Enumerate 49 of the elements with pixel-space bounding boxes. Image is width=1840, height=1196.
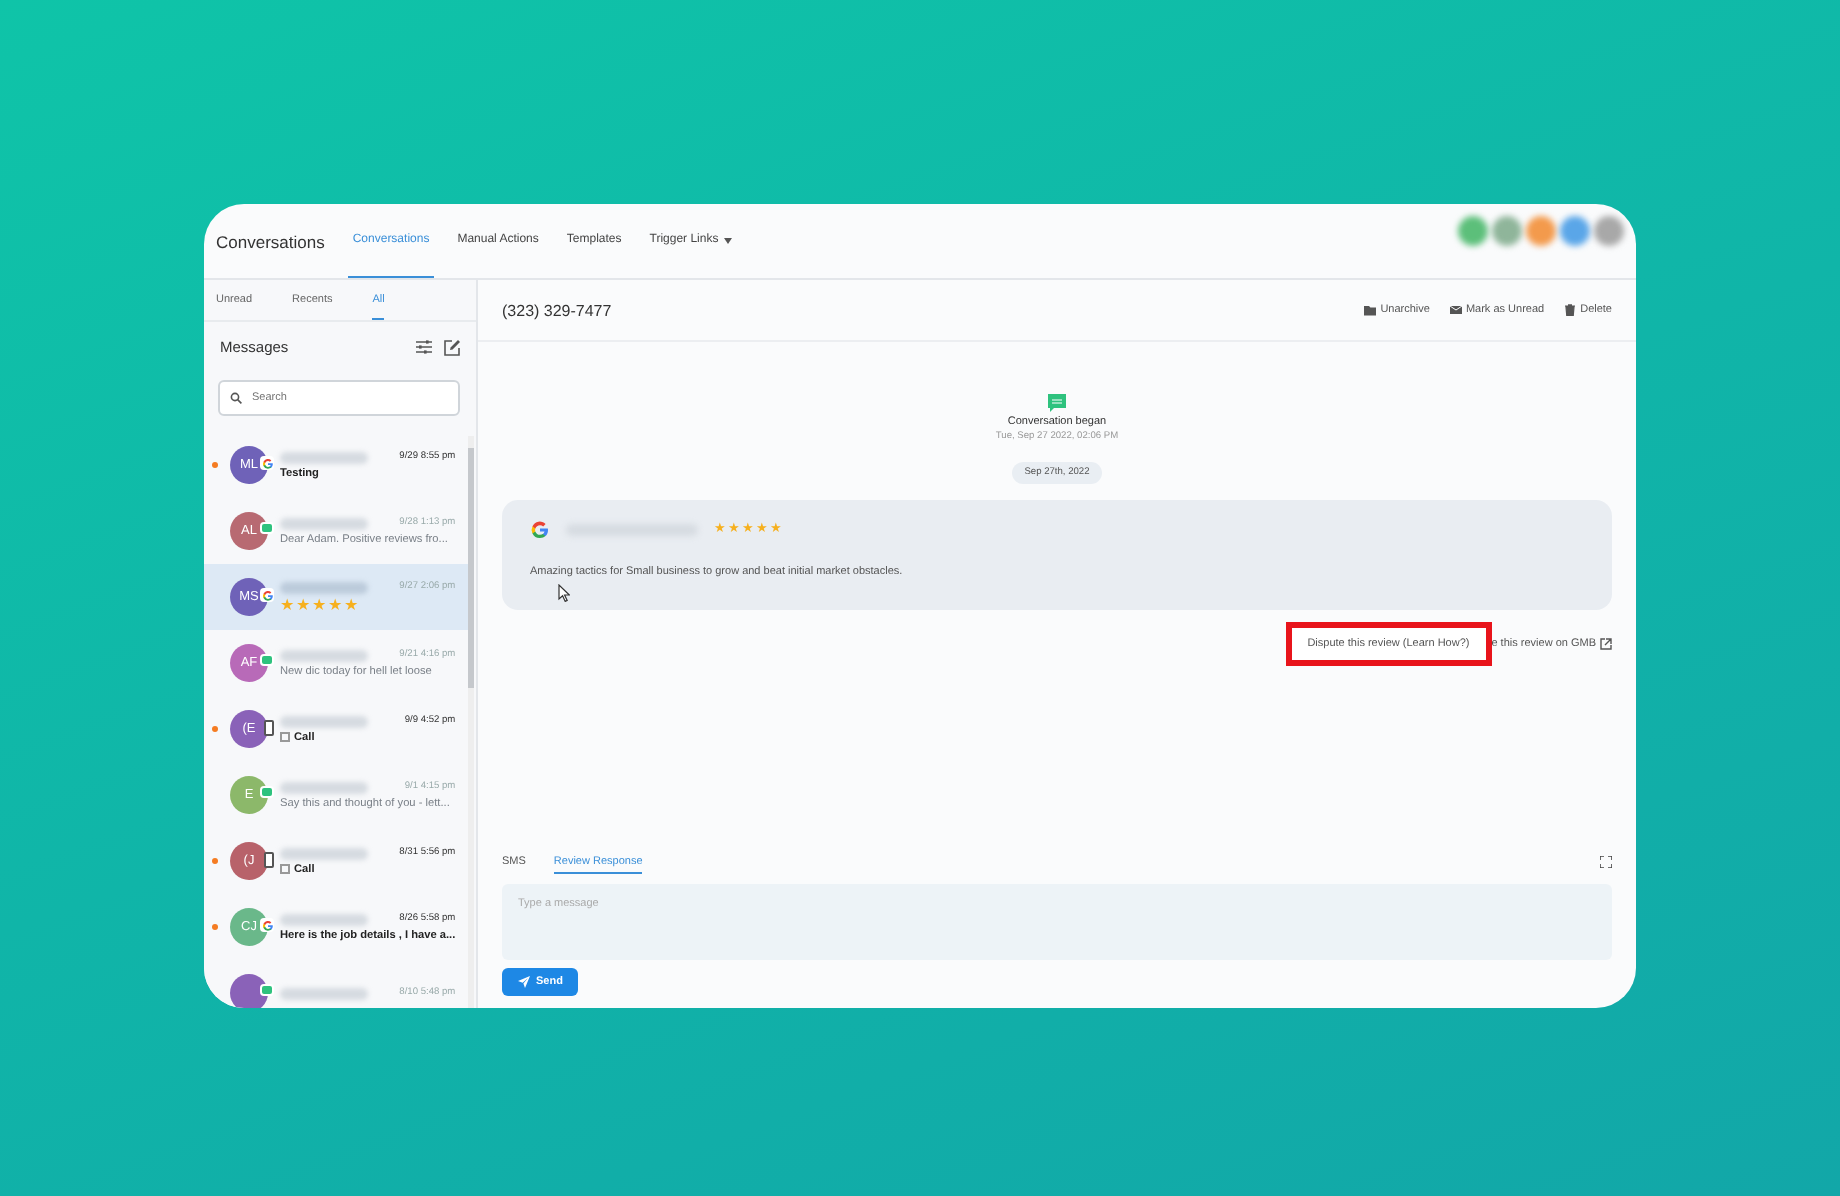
trash-icon xyxy=(1564,304,1577,316)
user-avatar[interactable] xyxy=(1492,216,1522,246)
user-avatar[interactable] xyxy=(1560,216,1590,246)
phone-badge-icon xyxy=(264,720,274,736)
chat-badge-icon xyxy=(260,786,274,798)
chat-badge-icon xyxy=(260,654,274,666)
blurred-name xyxy=(280,517,368,529)
unread-dot xyxy=(212,462,218,468)
star-icon: ★ xyxy=(328,597,342,613)
chat-badge-icon xyxy=(260,522,274,534)
search-icon xyxy=(230,392,242,404)
star-icon: ★ xyxy=(344,597,358,613)
chat-icon xyxy=(1048,394,1066,412)
phone-badge-icon xyxy=(264,852,274,868)
blurred-name xyxy=(280,781,368,793)
filter-icon[interactable] xyxy=(416,339,432,353)
expand-icon[interactable] xyxy=(1600,856,1612,868)
google-icon xyxy=(530,520,550,540)
blurred-name xyxy=(280,987,368,999)
phone-icon xyxy=(280,864,290,874)
chat-badge-icon xyxy=(260,984,274,996)
mouse-cursor-icon xyxy=(558,584,570,602)
google-badge-icon xyxy=(260,588,274,602)
google-badge-icon xyxy=(260,456,274,470)
user-avatar[interactable] xyxy=(1458,216,1488,246)
blurred-name xyxy=(280,581,368,593)
envelope-icon xyxy=(1449,304,1462,316)
google-badge-icon xyxy=(260,918,274,932)
send-icon xyxy=(518,976,530,988)
external-link-icon xyxy=(1600,638,1612,650)
blurred-name xyxy=(280,649,368,661)
user-avatar[interactable] xyxy=(1594,216,1624,246)
page-title: Conversations xyxy=(216,231,325,251)
user-avatar[interactable] xyxy=(1526,216,1556,246)
blurred-name xyxy=(280,715,368,727)
star-icon: ★ xyxy=(312,597,326,613)
star-icon: ★ xyxy=(296,597,310,613)
compose-icon[interactable] xyxy=(444,339,460,355)
phone-icon xyxy=(280,732,290,742)
unread-dot xyxy=(212,726,218,732)
unread-dot xyxy=(212,858,218,864)
folder-icon xyxy=(1364,304,1377,316)
caret-icon xyxy=(724,237,733,243)
phone-number: (323) 329-7477 xyxy=(502,301,612,319)
blurred-name xyxy=(280,913,368,925)
blurred-name xyxy=(280,847,368,859)
unread-dot xyxy=(212,924,218,930)
blurred-name xyxy=(280,451,368,463)
star-icon: ★ xyxy=(280,597,294,613)
